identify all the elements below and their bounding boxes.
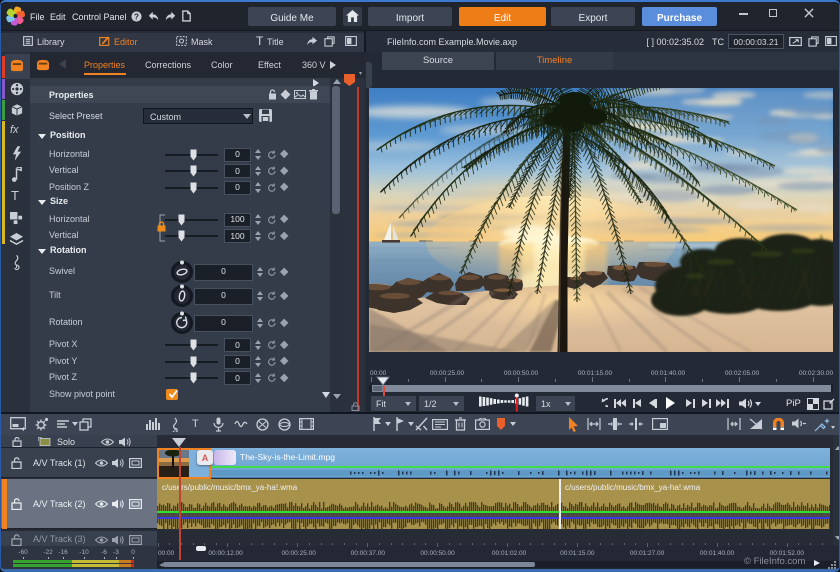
svg-text:?: ? bbox=[134, 12, 139, 21]
